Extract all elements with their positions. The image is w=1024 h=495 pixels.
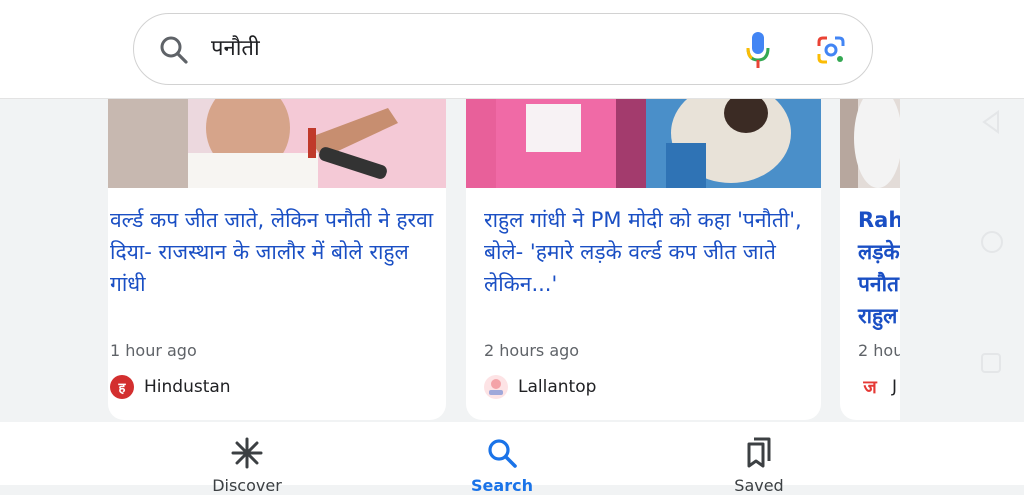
lallantop-logo-icon <box>484 375 508 399</box>
nav-discover[interactable]: Discover <box>177 436 317 495</box>
nav-discover-label: Discover <box>212 476 282 495</box>
news-source: ज J <box>858 375 897 399</box>
search-icon[interactable] <box>158 34 190 66</box>
news-card[interactable]: वर्ल्ड कप जीत जाते, लेकिन पनौती ने हरवा … <box>108 98 446 420</box>
nav-search[interactable]: Search <box>432 436 572 495</box>
news-carousel[interactable]: वर्ल्ड कप जीत जाते, लेकिन पनौती ने हरवा … <box>0 98 1024 422</box>
nav-saved-label: Saved <box>734 476 784 495</box>
news-timestamp: 2 hou <box>858 341 904 360</box>
recents-nav-icon[interactable] <box>980 352 1002 374</box>
search-box[interactable]: पनौती <box>133 13 873 85</box>
back-nav-icon[interactable] <box>980 110 1002 134</box>
nav-search-label: Search <box>471 476 533 495</box>
home-nav-icon[interactable] <box>980 230 1004 254</box>
right-edge-overlay <box>900 98 1024 422</box>
google-lens-icon[interactable] <box>815 34 847 66</box>
search-query-text[interactable]: पनौती <box>211 33 260 65</box>
news-source: Lallantop <box>484 375 596 399</box>
asterisk-icon <box>231 437 263 469</box>
news-source-name: J <box>892 377 898 397</box>
jagran-logo-icon: ज <box>863 377 877 398</box>
news-thumbnail <box>108 98 446 188</box>
news-source-name: Lallantop <box>518 377 597 397</box>
news-card[interactable]: राहुल गांधी ने PM मोदी को कहा 'पनौती', ब… <box>466 98 821 420</box>
hindustan-logo-icon: ह <box>110 375 134 399</box>
news-source: ह Hindustan <box>110 375 231 399</box>
news-source-name: Hindustan <box>144 377 231 397</box>
news-headline[interactable]: वर्ल्ड कप जीत जाते, लेकिन पनौती ने हरवा … <box>110 204 440 300</box>
microphone-icon[interactable] <box>744 30 772 70</box>
news-timestamp: 2 hours ago <box>484 341 580 360</box>
bookmarks-icon <box>747 437 771 468</box>
search-header: पनौती <box>0 0 1024 99</box>
news-thumbnail <box>466 98 821 188</box>
news-timestamp: 1 hour ago <box>110 341 197 360</box>
nav-saved[interactable]: Saved <box>689 436 829 495</box>
news-headline[interactable]: राहुल गांधी ने PM मोदी को कहा 'पनौती', ब… <box>484 204 814 300</box>
bottom-navigation: Discover Search Saved <box>0 422 1024 495</box>
search-icon <box>488 439 517 468</box>
